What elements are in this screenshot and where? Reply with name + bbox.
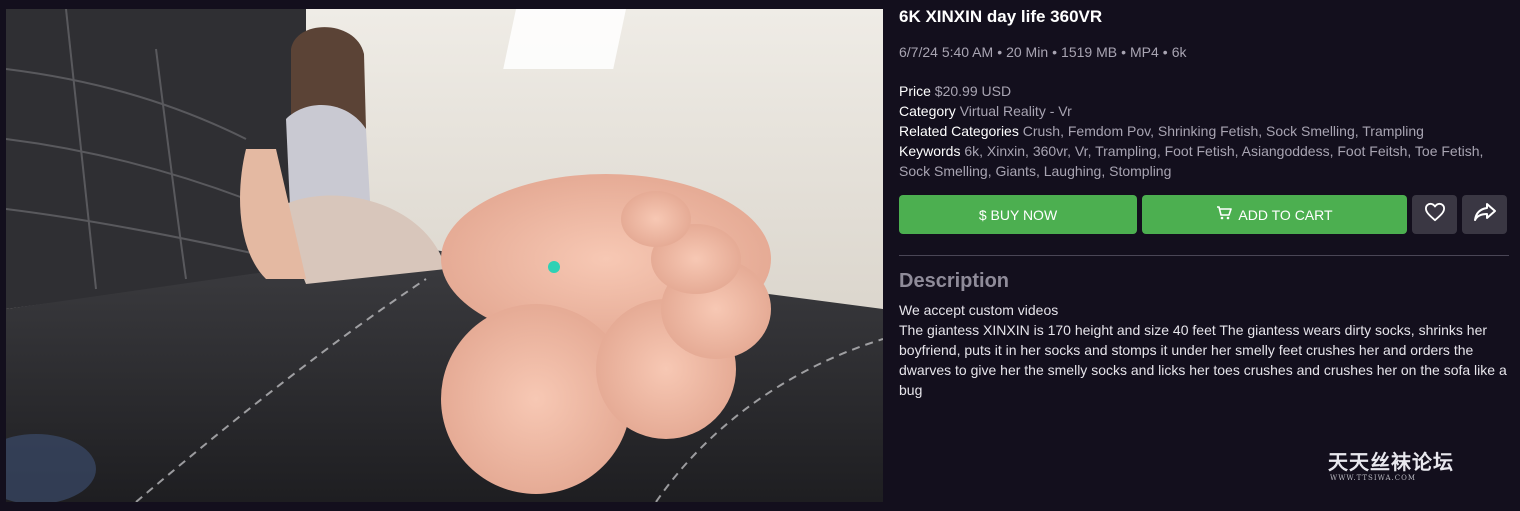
category-row: Category Virtual Reality - Vr: [899, 101, 1511, 121]
buy-now-button[interactable]: $ BUY NOW: [899, 195, 1137, 234]
section-divider: [899, 255, 1509, 256]
related-categories-label: Related Categories: [899, 123, 1019, 139]
favorite-button[interactable]: [1412, 195, 1457, 234]
share-button[interactable]: [1462, 195, 1507, 234]
meta-duration: 20 Min: [1006, 44, 1049, 60]
product-info-panel: 6K XINXIN day life 360VR 6/7/24 5:40 AM •…: [899, 6, 1511, 400]
meta-format: MP4: [1129, 44, 1159, 60]
keywords-links[interactable]: 6k, Xinxin, 360vr, Vr, Trampling, Foot F…: [899, 143, 1483, 179]
price-value: $20.99 USD: [934, 83, 1012, 99]
cart-icon: [1216, 206, 1233, 223]
related-categories-row: Related Categories Crush, Femdom Pov, Sh…: [899, 121, 1511, 141]
product-page: 6K XINXIN day life 360VR 6/7/24 5:40 AM •…: [0, 0, 1520, 511]
description-heading: Description: [899, 270, 1010, 292]
heart-icon: [1424, 202, 1446, 227]
meta-separator: •: [1052, 44, 1058, 60]
description-body: The giantess XINXIN is 170 height and si…: [899, 322, 1507, 398]
meta-separator: •: [1121, 44, 1126, 60]
price-label: Price: [899, 83, 931, 99]
meta-date: 6/7/24 5:40 AM: [899, 44, 994, 60]
action-bar: $ BUY NOW ADD TO CART: [899, 195, 1511, 234]
watermark-logo: 天天丝袜论坛 WWW.TTSIWA.COM: [1328, 450, 1488, 482]
product-meta: 6/7/24 5:40 AM • 20 Min • 1519 MB • MP4 • 6k: [899, 43, 1511, 61]
preview-illustration: [6, 9, 883, 502]
keywords-row: Keywords 6k, Xinxin, 360vr, Vr, Tramplin…: [899, 141, 1511, 181]
product-details: Price $20.99 USD Category Virtual Realit…: [899, 81, 1511, 181]
meta-separator: •: [997, 44, 1003, 60]
price-row: Price $20.99 USD: [899, 81, 1511, 101]
meta-separator: •: [1162, 44, 1168, 60]
description-text: We accept custom videos The giantess XIN…: [899, 300, 1507, 400]
meta-resolution: 6k: [1171, 44, 1187, 60]
category-link[interactable]: Virtual Reality - Vr: [960, 103, 1072, 119]
buy-now-label: $ BUY NOW: [978, 206, 1058, 223]
share-icon: [1473, 202, 1497, 227]
watermark-url: WWW.TTSIWA.COM: [1330, 474, 1417, 482]
meta-size: 1519 MB: [1061, 44, 1118, 60]
related-categories-links[interactable]: Crush, Femdom Pov, Shrinking Fetish, Soc…: [1023, 123, 1424, 139]
add-to-cart-label: ADD TO CART: [1238, 206, 1333, 223]
category-label: Category: [899, 103, 956, 119]
product-title: 6K XINXIN day life 360VR: [899, 7, 1103, 26]
watermark-text: 天天丝袜论坛: [1328, 450, 1454, 474]
description-line-1: We accept custom videos: [899, 302, 1059, 318]
video-preview-image[interactable]: [6, 9, 883, 502]
keywords-label: Keywords: [899, 143, 961, 159]
add-to-cart-button[interactable]: ADD TO CART: [1142, 195, 1407, 234]
